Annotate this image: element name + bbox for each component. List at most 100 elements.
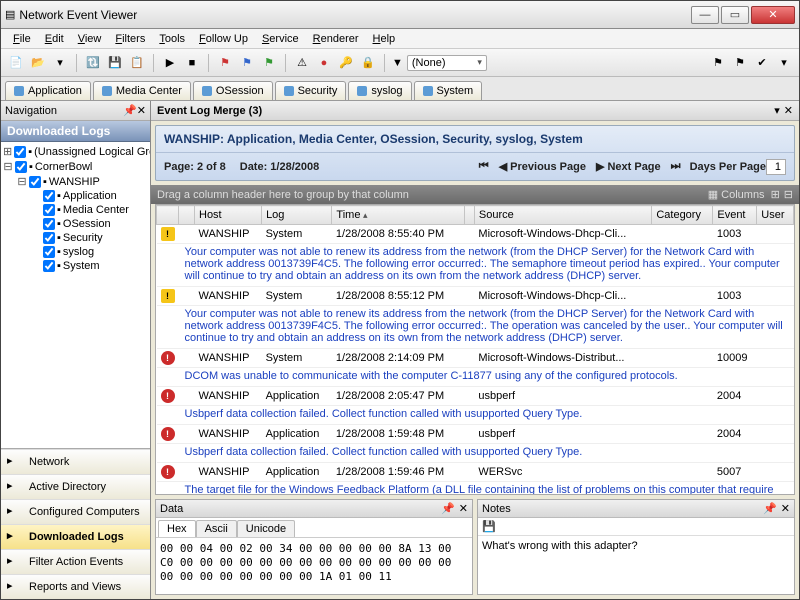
menu-help[interactable]: Help <box>367 31 402 47</box>
menu-edit[interactable]: Edit <box>39 31 70 47</box>
data-pane-close-icon[interactable]: ✕ <box>459 502 468 515</box>
log-tab-application[interactable]: Application <box>5 81 91 100</box>
nav-close-icon[interactable]: ✕ <box>137 104 146 117</box>
tree-leaf-media-center[interactable]: ▪Media Center <box>3 203 148 217</box>
refresh-icon[interactable]: 🔃 <box>84 54 102 72</box>
flag-red-icon[interactable]: ⚑ <box>216 54 234 72</box>
log-tab-syslog[interactable]: syslog <box>348 81 411 100</box>
event-row[interactable]: !WANSHIPSystem1/28/2008 2:14:09 PMMicros… <box>157 349 794 368</box>
col-icon1[interactable] <box>179 206 195 225</box>
menu-tools[interactable]: Tools <box>153 31 191 47</box>
grid-expand-icon[interactable]: ⊞ <box>771 188 780 201</box>
flag-blue-icon[interactable]: ⚑ <box>238 54 256 72</box>
minimize-button[interactable]: — <box>691 6 719 24</box>
save-note-icon[interactable]: 💾 <box>482 521 496 533</box>
log-tab-media-center[interactable]: Media Center <box>93 81 191 100</box>
notes-body[interactable]: What's wrong with this adapter? <box>478 536 794 594</box>
nav-link-downloaded-logs[interactable]: ▸Downloaded Logs <box>1 524 150 549</box>
merge-tab-label[interactable]: Event Log Merge (3) <box>157 105 262 117</box>
col-category[interactable]: Category <box>652 206 713 225</box>
columns-button[interactable]: ▦ Columns <box>708 188 765 201</box>
event-row[interactable]: !WANSHIPApplication1/28/2008 1:59:48 PMu… <box>157 425 794 444</box>
tree-checkbox[interactable] <box>43 204 55 216</box>
tree-leaf-system[interactable]: ▪System <box>3 259 148 273</box>
logs-tree[interactable]: ⊞▪(Unassigned Logical Group⊟▪CornerBowl⊟… <box>1 142 150 448</box>
col-user[interactable]: User <box>757 206 794 225</box>
merge-close-icon[interactable]: ✕ <box>784 104 793 117</box>
tree-checkbox[interactable] <box>15 161 27 173</box>
new-icon[interactable]: 📄 <box>7 54 25 72</box>
data-pane-pin-icon[interactable]: 📌 <box>441 502 455 515</box>
tree-checkbox[interactable] <box>43 190 55 202</box>
tree-checkbox[interactable] <box>43 260 55 272</box>
days-per-page-input[interactable] <box>766 159 786 175</box>
nav-link-configured-computers[interactable]: ▸Configured Computers <box>1 499 150 524</box>
log-tab-system[interactable]: System <box>414 81 483 100</box>
nav-link-active-directory[interactable]: ▸Active Directory <box>1 474 150 499</box>
tree-checkbox[interactable] <box>43 246 55 258</box>
last-page-button[interactable]: ⏭ <box>666 157 686 176</box>
first-page-button[interactable]: ⏮ <box>474 157 494 176</box>
log-tab-osession[interactable]: OSession <box>193 81 273 100</box>
tree-checkbox[interactable] <box>43 218 55 230</box>
event-grid-wrapper[interactable]: HostLogTimeSourceCategoryEventUser !WANS… <box>155 204 795 495</box>
maximize-button[interactable]: ▭ <box>721 6 749 24</box>
merge-dropdown-icon[interactable]: ▾ <box>774 104 780 117</box>
menu-file[interactable]: File <box>7 31 37 47</box>
data-tab-ascii[interactable]: Ascii <box>196 520 237 537</box>
tree-checkbox[interactable] <box>43 232 55 244</box>
nav-link-filter-action-events[interactable]: ▸Filter Action Events <box>1 549 150 574</box>
warn-filter-icon[interactable]: ⚠ <box>293 54 311 72</box>
open-icon[interactable]: 📂 <box>29 54 47 72</box>
menu-renderer[interactable]: Renderer <box>307 31 365 47</box>
tree-leaf-syslog[interactable]: ▪syslog <box>3 245 148 259</box>
copy-icon[interactable]: 📋 <box>128 54 146 72</box>
event-row[interactable]: !WANSHIPSystem1/28/2008 8:55:40 PMMicros… <box>157 225 794 244</box>
toolbar-check-icon[interactable]: ✔ <box>753 54 771 72</box>
tree-cornerbowl[interactable]: ⊟▪CornerBowl <box>3 159 148 174</box>
event-row[interactable]: !WANSHIPApplication1/28/2008 1:59:46 PMW… <box>157 463 794 482</box>
key-icon[interactable]: 🔑 <box>337 54 355 72</box>
nav-link-reports-and-views[interactable]: ▸Reports and Views <box>1 574 150 599</box>
col-icon0[interactable] <box>157 206 179 225</box>
error-filter-icon[interactable]: ● <box>315 54 333 72</box>
close-button[interactable]: ✕ <box>751 6 795 24</box>
col-icon5[interactable] <box>464 206 474 225</box>
toolbar-flag-icon[interactable]: ⚑ <box>709 54 727 72</box>
filter-funnel-icon[interactable]: ▼ <box>392 57 403 69</box>
play-icon[interactable]: ▶ <box>161 54 179 72</box>
toolbar-more-icon[interactable]: ▾ <box>775 54 793 72</box>
event-row[interactable]: !WANSHIPSystem1/28/2008 8:55:12 PMMicros… <box>157 287 794 306</box>
notes-pane-pin-icon[interactable]: 📌 <box>763 502 777 515</box>
stop-icon[interactable]: ■ <box>183 54 201 72</box>
previous-page-button[interactable]: ◀ Previous Page <box>494 157 591 176</box>
menu-follow-up[interactable]: Follow Up <box>193 31 254 47</box>
drop-icon[interactable]: ▾ <box>51 54 69 72</box>
tree-wanship[interactable]: ⊟▪WANSHIP <box>3 174 148 189</box>
col-time[interactable]: Time <box>332 206 464 225</box>
data-tab-unicode[interactable]: Unicode <box>237 520 295 537</box>
tree-leaf-application[interactable]: ▪Application <box>3 189 148 203</box>
next-page-button[interactable]: ▶ Next Page <box>591 157 666 176</box>
notes-pane-close-icon[interactable]: ✕ <box>781 502 790 515</box>
nav-pin-icon[interactable]: 📌 <box>123 104 137 117</box>
hex-data-view[interactable]: 00 00 04 00 02 00 34 00 00 00 00 00 8A 1… <box>156 538 472 594</box>
flag-green-icon[interactable]: ⚑ <box>260 54 278 72</box>
tree-leaf-osession[interactable]: ▪OSession <box>3 217 148 231</box>
save-icon[interactable]: 💾 <box>106 54 124 72</box>
tree-checkbox[interactable] <box>29 176 41 188</box>
lock-icon[interactable]: 🔒 <box>359 54 377 72</box>
grid-collapse-icon[interactable]: ⊟ <box>784 188 793 201</box>
col-host[interactable]: Host <box>195 206 262 225</box>
toolbar-flag2-icon[interactable]: ⚑ <box>731 54 749 72</box>
log-tab-security[interactable]: Security <box>275 81 347 100</box>
col-event[interactable]: Event <box>713 206 757 225</box>
menu-view[interactable]: View <box>72 31 108 47</box>
tree-leaf-security[interactable]: ▪Security <box>3 231 148 245</box>
data-tab-hex[interactable]: Hex <box>158 520 196 537</box>
col-log[interactable]: Log <box>262 206 332 225</box>
tree-checkbox[interactable] <box>14 146 26 158</box>
group-by-bar[interactable]: Drag a column header here to group by th… <box>151 185 799 204</box>
tree-unassigned[interactable]: ⊞▪(Unassigned Logical Group <box>3 144 148 159</box>
filter-dropdown[interactable]: (None) <box>407 55 487 71</box>
